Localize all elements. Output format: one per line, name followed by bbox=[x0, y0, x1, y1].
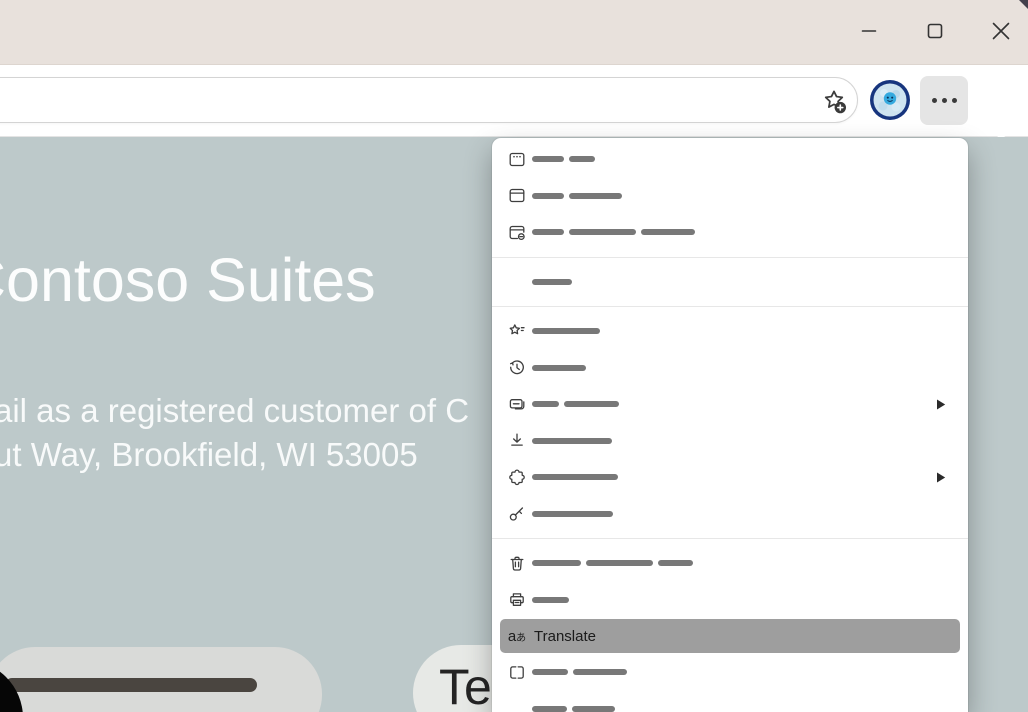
menu-item-downloads[interactable] bbox=[492, 423, 968, 460]
hero-pill-button-redacted[interactable] bbox=[0, 647, 322, 712]
menu-item-extensions[interactable] bbox=[492, 459, 968, 496]
redacted-label-bar bbox=[532, 365, 586, 371]
redacted-label-bar bbox=[532, 328, 600, 334]
minimize-icon bbox=[861, 23, 877, 39]
menu-item-print[interactable] bbox=[492, 582, 968, 619]
redacted-label-bar bbox=[586, 560, 653, 566]
redacted-label-bar bbox=[532, 597, 569, 603]
redacted-label-bar bbox=[572, 706, 615, 712]
settings-and-more-button[interactable] bbox=[920, 76, 968, 125]
favorites-icon bbox=[508, 322, 526, 341]
redacted-label-bar bbox=[532, 193, 564, 199]
redacted-label-bar bbox=[532, 156, 564, 162]
page-body-text: ail as a registered customer of C ut Way… bbox=[0, 389, 469, 477]
copilot-button[interactable] bbox=[977, 79, 1019, 121]
redacted-label-bar bbox=[532, 560, 581, 566]
redacted-button-label-bar bbox=[5, 678, 257, 692]
translate-icon: aあ bbox=[508, 627, 526, 646]
redacted-label-bar bbox=[532, 669, 568, 675]
redacted-label-bar bbox=[532, 401, 559, 407]
submenu-chevron-icon bbox=[937, 472, 946, 483]
downloads-icon bbox=[508, 431, 526, 450]
menu-item-label-translate: Translate bbox=[534, 628, 596, 645]
page-title: Contoso Suites bbox=[0, 245, 376, 315]
profile-avatar-button[interactable] bbox=[869, 79, 911, 121]
address-bar[interactable] bbox=[0, 77, 858, 123]
redacted-label-bar bbox=[532, 438, 612, 444]
menu-item-delete-browsing-data[interactable] bbox=[492, 545, 968, 582]
submenu-chevron-icon bbox=[937, 399, 946, 410]
menu-item-translate[interactable]: aあ Translate bbox=[500, 619, 960, 653]
page-body-line2: ut Way, Brookfield, WI 53005 bbox=[0, 433, 469, 477]
menu-divider bbox=[492, 306, 968, 307]
redacted-label-bar bbox=[573, 669, 627, 675]
menu-item-new-tab[interactable] bbox=[492, 141, 968, 178]
redacted-label-bar bbox=[532, 474, 618, 480]
maximize-icon bbox=[927, 23, 943, 39]
redacted-label-bar bbox=[532, 511, 613, 517]
new-inprivate-window-icon bbox=[508, 223, 526, 242]
print-icon bbox=[508, 590, 526, 609]
menu-item-history[interactable] bbox=[492, 350, 968, 387]
profile-avatar-icon bbox=[869, 79, 911, 121]
icon-placeholder bbox=[508, 699, 526, 712]
redacted-label-bar bbox=[569, 193, 622, 199]
cursor-artifact bbox=[1019, 0, 1028, 9]
menu-item-favorites[interactable] bbox=[492, 313, 968, 350]
redacted-label-bar bbox=[658, 560, 693, 566]
maximize-button[interactable] bbox=[918, 14, 952, 48]
passwords-icon bbox=[508, 504, 526, 523]
menu-item-new-window[interactable] bbox=[492, 178, 968, 215]
menu-item-new-inprivate-window[interactable] bbox=[492, 214, 968, 251]
icon-placeholder bbox=[508, 272, 526, 291]
menu-item-zoom-row[interactable] bbox=[492, 264, 968, 301]
redacted-label-bar bbox=[641, 229, 695, 235]
browser-window: Contoso Suites ail as a registered custo… bbox=[0, 0, 1028, 712]
close-button[interactable] bbox=[984, 14, 1018, 48]
delete-browsing-data-icon bbox=[508, 554, 526, 573]
new-tab-icon bbox=[508, 150, 526, 169]
close-icon bbox=[992, 22, 1010, 40]
browser-toolbar bbox=[0, 65, 1028, 137]
menu-item-partial-bottom-item[interactable] bbox=[492, 691, 968, 712]
settings-and-more-menu: aあ Translate bbox=[492, 138, 968, 712]
redacted-label-bar bbox=[569, 156, 595, 162]
hero-cta-label: Te bbox=[439, 658, 492, 712]
menu-divider bbox=[492, 538, 968, 539]
redacted-label-bar bbox=[569, 229, 636, 235]
menu-item-split-screen[interactable] bbox=[492, 654, 968, 691]
tabs-icon bbox=[508, 395, 526, 414]
ellipsis-icon bbox=[932, 98, 937, 103]
page-body-line1: ail as a registered customer of C bbox=[0, 389, 469, 433]
split-screen-icon bbox=[508, 663, 526, 682]
extensions-icon bbox=[508, 468, 526, 487]
redacted-label-bar bbox=[532, 279, 572, 285]
star-plus-icon bbox=[820, 87, 848, 115]
new-window-icon bbox=[508, 186, 526, 205]
menu-item-passwords[interactable] bbox=[492, 496, 968, 533]
redacted-label-bar bbox=[532, 229, 564, 235]
history-icon bbox=[508, 358, 526, 377]
add-to-favorites-button[interactable] bbox=[819, 86, 849, 116]
title-bar bbox=[0, 0, 1028, 65]
redacted-label-bar bbox=[564, 401, 619, 407]
minimize-button[interactable] bbox=[852, 14, 886, 48]
menu-divider bbox=[492, 257, 968, 258]
redacted-label-bar bbox=[532, 706, 567, 712]
menu-item-tabs[interactable] bbox=[492, 386, 968, 423]
